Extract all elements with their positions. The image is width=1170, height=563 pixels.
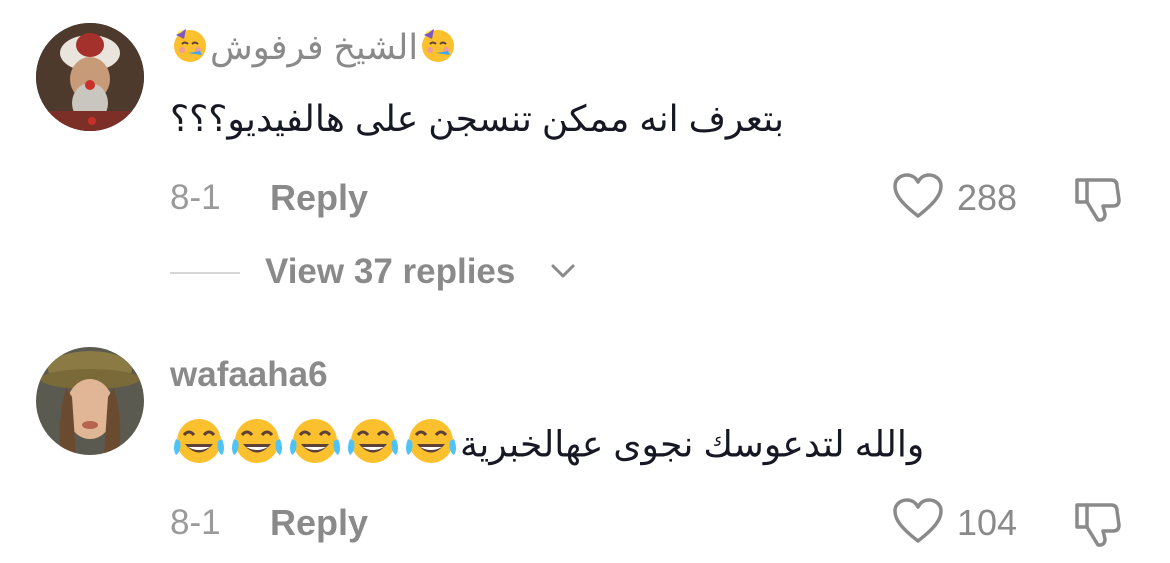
heart-outline-icon[interactable] — [892, 497, 944, 552]
face-with-tears-of-joy-icon — [402, 415, 460, 479]
heart-outline-icon[interactable] — [892, 172, 944, 227]
avatar[interactable] — [36, 23, 144, 131]
view-replies-button[interactable]: View 37 replies — [170, 250, 590, 296]
comment-actions: 8-1 Reply 288 — [0, 172, 1170, 222]
chevron-down-icon — [550, 262, 576, 285]
comment-date: 8-1 — [170, 178, 221, 217]
partying-face-icon — [170, 25, 210, 74]
comment-username[interactable]: wafaaha6 — [170, 355, 328, 395]
face-with-tears-of-joy-icon — [170, 415, 228, 479]
comment-text-content: والله لتدعوسك نجوى عهالخبرية — [460, 423, 925, 465]
reply-button[interactable]: Reply — [270, 503, 368, 543]
comment-date: 8-1 — [170, 503, 221, 542]
thumbs-down-outline-icon[interactable] — [1071, 172, 1123, 229]
view-replies-label: View 37 replies — [265, 252, 516, 291]
comment-actions: 8-1 Reply 104 — [0, 497, 1170, 547]
comment-text: بتعرف انه ممكن تنسجن على هالفيديو؟؟؟ — [170, 98, 785, 139]
like-count: 288 — [957, 177, 1018, 218]
like-count: 104 — [957, 502, 1018, 543]
reply-button[interactable]: Reply — [270, 178, 368, 218]
comment-username[interactable]: الشيخ فرفوش — [170, 25, 458, 74]
thumbs-down-outline-icon[interactable] — [1071, 497, 1123, 554]
comment-text: والله لتدعوسك نجوى عهالخبرية — [170, 415, 924, 479]
replies-divider — [170, 272, 240, 274]
avatar[interactable] — [36, 347, 144, 455]
partying-face-icon — [418, 25, 458, 74]
face-with-tears-of-joy-icon — [286, 415, 344, 479]
face-with-tears-of-joy-icon — [344, 415, 402, 479]
face-with-tears-of-joy-icon — [228, 415, 286, 479]
